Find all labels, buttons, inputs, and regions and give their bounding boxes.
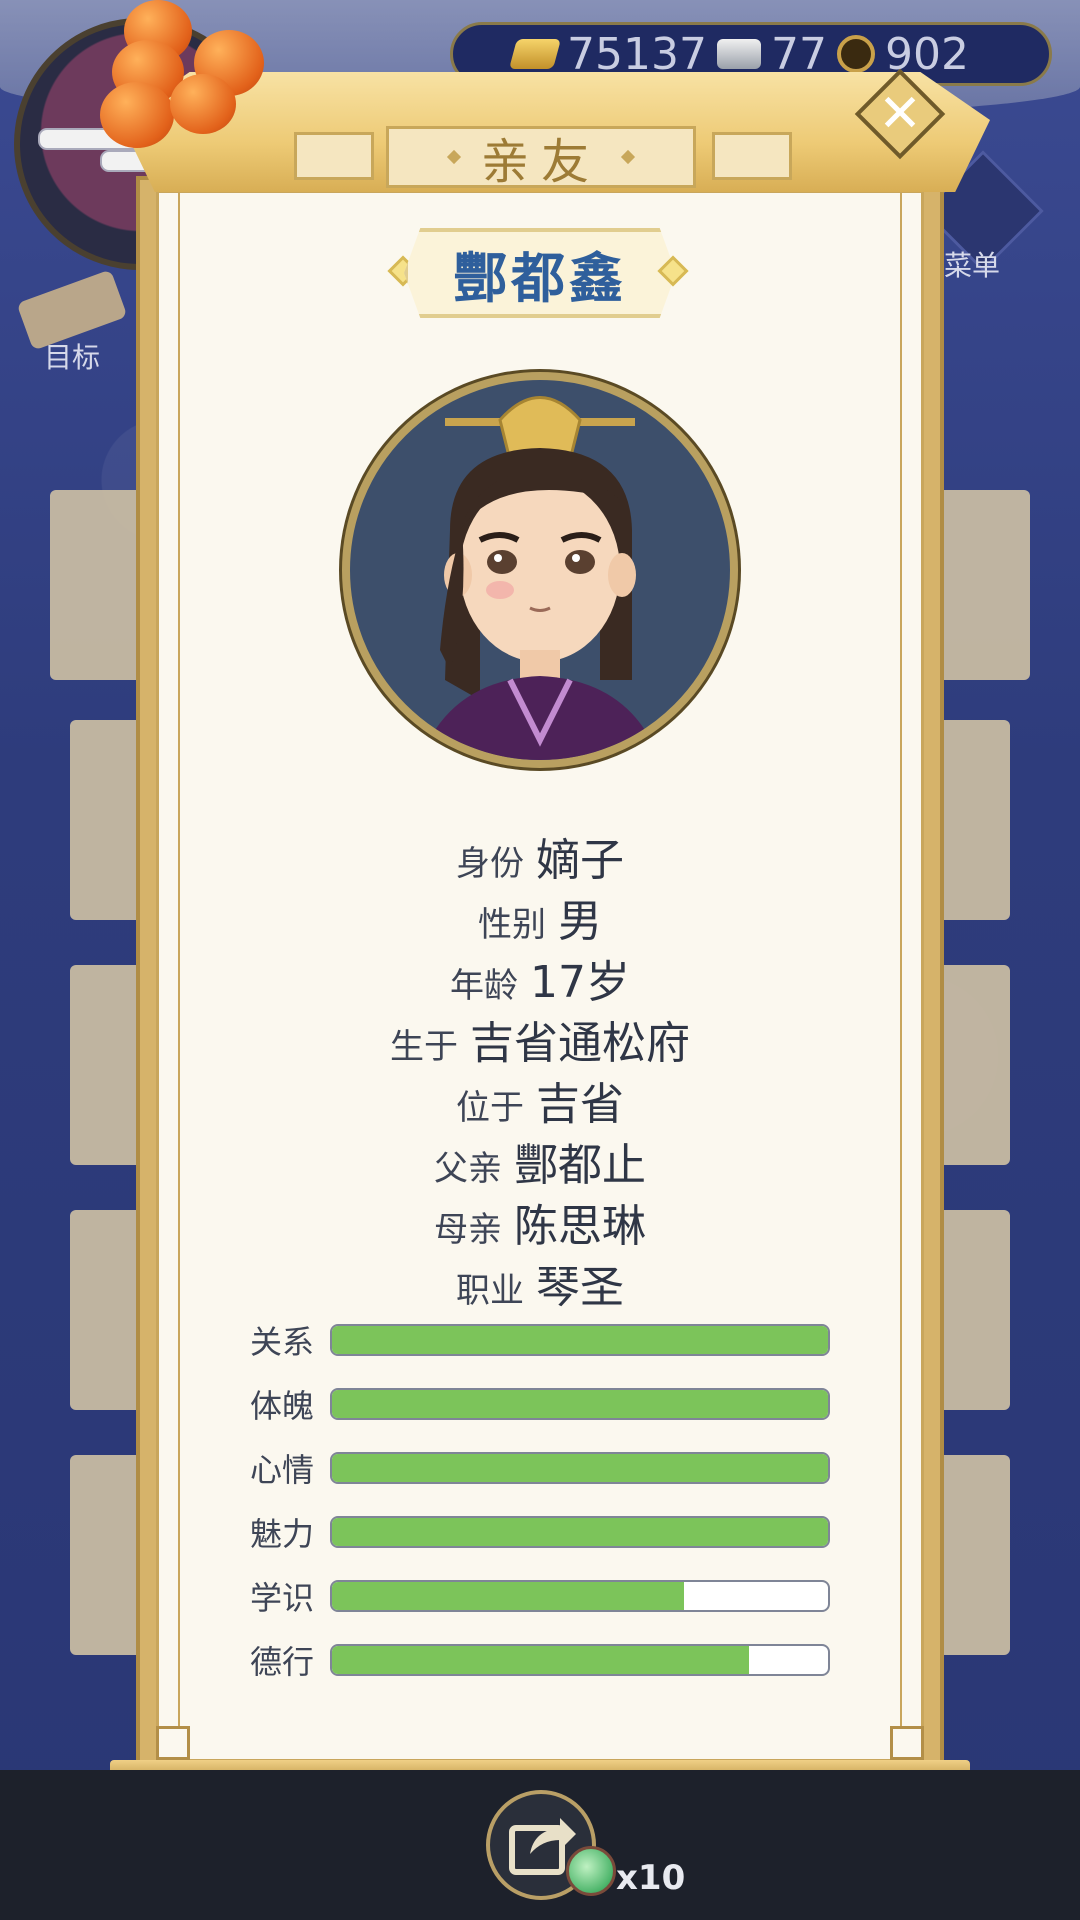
- close-icon: ✕: [878, 84, 922, 144]
- stat-knowledge: 学识: [250, 1576, 830, 1617]
- stat-label: 心情: [250, 1451, 315, 1489]
- stat-bar-fill: [332, 1454, 828, 1482]
- stat-bar-track: [330, 1516, 830, 1548]
- stat-bar-fill: [332, 1390, 828, 1418]
- info-row-age: 年龄 17岁: [0, 946, 1080, 1010]
- info-key: 职业: [456, 1271, 524, 1311]
- stat-label: 学识: [250, 1579, 315, 1617]
- silver-amount: 77: [770, 28, 827, 80]
- corner-ornament: [156, 1726, 190, 1760]
- stat-bar-track: [330, 1388, 830, 1420]
- fruit-decoration: [100, 82, 174, 148]
- stat-virtue: 德行: [250, 1640, 830, 1681]
- stat-bar-track: [330, 1580, 830, 1612]
- header-plate-left: [294, 132, 374, 180]
- goal-label[interactable]: 目标: [44, 336, 100, 376]
- corner-ornament: [890, 1726, 924, 1760]
- gold-ingot-icon: [508, 39, 562, 69]
- character-portrait: [342, 372, 738, 768]
- stat-bar-fill: [332, 1582, 685, 1610]
- copper-coin-icon: [836, 35, 875, 73]
- info-value: 17岁: [530, 957, 630, 1008]
- info-value: 酆都止: [514, 1140, 646, 1191]
- silver-ingot-icon: [716, 39, 761, 69]
- info-row-birthplace: 生于 吉省通松府: [0, 1007, 1080, 1071]
- stat-relationship: 关系: [250, 1320, 830, 1361]
- stat-physique: 体魄: [250, 1384, 830, 1425]
- jade-item-icon: [566, 1846, 616, 1896]
- info-value: 吉省: [536, 1079, 624, 1130]
- background-card: [930, 490, 1030, 680]
- stat-bar-track: [330, 1452, 830, 1484]
- info-value: 嫡子: [536, 835, 624, 886]
- stat-label: 魅力: [250, 1515, 315, 1553]
- stat-label: 德行: [250, 1643, 315, 1681]
- stat-charm: 魅力: [250, 1512, 830, 1553]
- info-value: 琴圣: [536, 1262, 624, 1313]
- stat-bar-fill: [332, 1518, 828, 1546]
- stat-bar-fill: [332, 1646, 749, 1674]
- info-key: 身份: [456, 844, 524, 884]
- info-row-occupation: 职业 琴圣: [0, 1251, 1080, 1315]
- info-row-location: 位于 吉省: [0, 1068, 1080, 1132]
- diamond-ornament: [620, 149, 636, 165]
- header-plate-right: [712, 132, 792, 180]
- background-card: [50, 490, 150, 680]
- dialog-title: 亲友: [480, 134, 601, 190]
- character-name: 酆都鑫: [453, 246, 627, 310]
- stat-bar-track: [330, 1644, 830, 1676]
- info-key: 父亲: [434, 1149, 502, 1189]
- info-key: 母亲: [434, 1210, 502, 1250]
- info-row-father: 父亲 酆都止: [0, 1129, 1080, 1193]
- item-count: x10: [616, 1858, 686, 1898]
- diamond-ornament: [446, 149, 462, 165]
- info-key: 位于: [456, 1088, 524, 1128]
- stat-bar-track: [330, 1324, 830, 1356]
- info-value: 陈思琳: [514, 1201, 646, 1252]
- stat-label: 体魄: [250, 1387, 315, 1425]
- info-row-status: 身份 嫡子: [0, 824, 1080, 888]
- stat-label: 关系: [250, 1323, 315, 1361]
- character-name-plate: 酆都鑫: [404, 228, 676, 318]
- dialog-title-plate: 亲友: [386, 126, 696, 190]
- stat-mood: 心情: [250, 1448, 830, 1489]
- info-value: 吉省通松府: [470, 1018, 690, 1069]
- info-key: 生于: [390, 1027, 458, 1067]
- stat-bar-fill: [332, 1326, 828, 1354]
- info-row-mother: 母亲 陈思琳: [0, 1190, 1080, 1254]
- info-value: 男: [558, 896, 602, 947]
- info-key: 性别: [478, 905, 546, 945]
- fruit-decoration: [170, 74, 236, 134]
- gold-amount: 75137: [567, 28, 707, 80]
- menu-label[interactable]: 菜单: [944, 244, 1000, 284]
- info-row-gender: 性别男: [0, 885, 1080, 949]
- character-portrait-art: [420, 396, 660, 760]
- info-key: 年龄: [450, 966, 518, 1006]
